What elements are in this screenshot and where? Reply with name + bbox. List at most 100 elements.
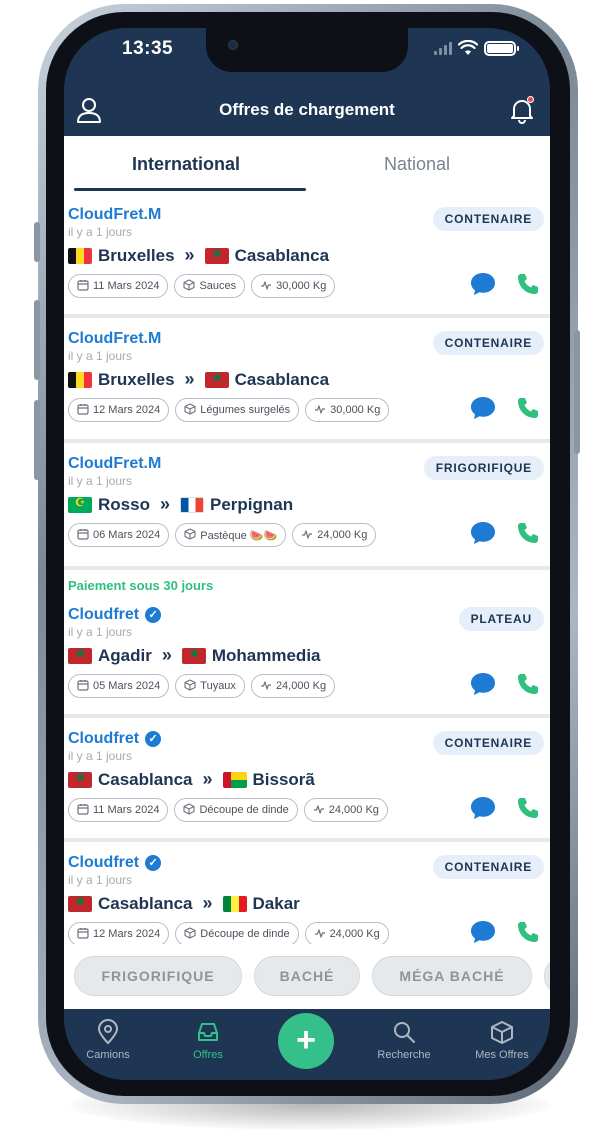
card-actions	[470, 272, 540, 301]
destination-flag-icon	[204, 371, 229, 388]
nav-recherche[interactable]: Recherche	[364, 1019, 444, 1061]
nav-offres[interactable]: Offres	[168, 1019, 248, 1061]
origin-flag-icon	[68, 371, 92, 388]
weight-label: 30,000 Kg	[330, 404, 381, 416]
call-button[interactable]	[516, 920, 540, 944]
offer-details: 06 Mars 2024 Pastèque 🍉🍉 24,000 Kg	[68, 523, 377, 547]
company-name[interactable]: Cloudfret ✓	[68, 606, 162, 624]
inbox-icon	[198, 1023, 218, 1041]
card-actions	[470, 396, 540, 425]
weight-icon	[313, 803, 325, 818]
double-chevron-icon: »	[202, 769, 213, 789]
origin-city: Rosso	[98, 494, 150, 514]
goods-label: Sauces	[199, 280, 237, 292]
chat-button[interactable]	[470, 396, 496, 425]
date-chip: 12 Mars 2024	[68, 398, 170, 422]
offer-date: 05 Mars 2024	[93, 680, 161, 692]
chat-button[interactable]	[470, 672, 496, 701]
destination-city: Mohammedia	[211, 645, 321, 665]
volume-down-button	[34, 400, 40, 480]
call-button[interactable]	[516, 796, 540, 825]
double-chevron-icon: »	[159, 494, 170, 514]
phone-mockup: 13:35 Offres de chargement International…	[0, 0, 612, 1148]
truck-type-badge: FRIGORIFIQUE	[423, 456, 544, 480]
company-label: Cloudfret	[68, 730, 140, 747]
company-label: CloudFret.M	[68, 330, 162, 347]
offer-card[interactable]: CloudFret.M il y a 1 jours FRIGORIFIQUE …	[64, 443, 550, 566]
chat-button[interactable]	[470, 272, 496, 301]
double-chevron-icon: »	[202, 893, 213, 913]
notifications-button[interactable]	[508, 96, 536, 124]
payment-note: Paiement sous 30 jours	[68, 578, 214, 593]
offer-card[interactable]: CloudFret.M il y a 1 jours CONTENAIRE Br…	[64, 194, 550, 314]
nav-mes-offres[interactable]: Mes Offres	[462, 1019, 542, 1061]
date-chip: 05 Mars 2024	[68, 674, 170, 698]
goods-chip: Tuyaux	[175, 674, 245, 698]
filter-chip-mega-bache[interactable]: MÉGA BACHÉ	[372, 956, 532, 996]
company-label: CloudFret.M	[68, 206, 162, 223]
offer-card[interactable]: Cloudfret ✓ il y a 1 jours CONTENAIRE Ca…	[64, 842, 550, 944]
verified-badge-icon: ✓	[145, 855, 162, 871]
goods-chip: Légumes surgelés	[175, 398, 300, 422]
company-name[interactable]: Cloudfret ✓	[68, 730, 162, 748]
weight-icon	[260, 279, 272, 294]
call-button[interactable]	[516, 672, 540, 701]
bottom-navigation: Camions Offres + Recherche Mes Offres	[64, 1009, 550, 1080]
offer-card[interactable]: CloudFret.M il y a 1 jours CONTENAIRE Br…	[64, 318, 550, 439]
phone-icon	[518, 798, 538, 818]
verified-badge-icon: ✓	[145, 607, 162, 623]
offer-card[interactable]: Paiement sous 30 jours Cloudfret ✓ il y …	[64, 570, 550, 714]
date-chip: 11 Mars 2024	[68, 798, 169, 822]
tab-bar: International National	[64, 136, 550, 192]
offer-date: 12 Mars 2024	[93, 404, 161, 416]
nav-camions[interactable]: Camions	[68, 1019, 148, 1061]
tab-national[interactable]: National	[384, 154, 450, 175]
call-button[interactable]	[516, 272, 540, 301]
origin-city: Bruxelles	[98, 369, 175, 389]
filter-chip-frigorifique[interactable]: FRIGORIFIQUE	[74, 956, 242, 996]
weight-icon	[301, 528, 313, 543]
chat-icon	[471, 522, 495, 544]
company-name[interactable]: CloudFret.M	[68, 455, 161, 473]
company-name[interactable]: Cloudfret ✓	[68, 854, 162, 872]
chat-icon	[471, 273, 495, 295]
posted-time: il y a 1 jours	[68, 873, 133, 887]
offer-details: 12 Mars 2024 Découpe de dinde 24,000 Kg	[68, 922, 389, 944]
notch	[206, 28, 408, 72]
chat-button[interactable]	[470, 920, 496, 944]
destination-flag-icon	[181, 647, 206, 664]
truck-type-badge: PLATEAU	[458, 607, 544, 631]
weight-icon	[314, 927, 326, 942]
chat-icon	[471, 397, 495, 419]
double-chevron-icon: »	[184, 369, 195, 389]
destination-city: Casablanca	[234, 369, 330, 389]
card-actions	[470, 672, 540, 701]
call-button[interactable]	[516, 521, 540, 550]
route: Bruxelles » Casablanca	[68, 245, 329, 266]
company-label: Cloudfret	[68, 606, 140, 623]
calendar-icon	[77, 528, 89, 543]
company-name[interactable]: CloudFret.M	[68, 330, 161, 348]
offer-card[interactable]: Cloudfret ✓ il y a 1 jours CONTENAIRE Ca…	[64, 718, 550, 838]
truck-type-badge: CONTENAIRE	[432, 331, 544, 355]
add-offer-button[interactable]: +	[278, 1013, 334, 1069]
origin-city: Casablanca	[98, 769, 193, 789]
weight-chip: 30,000 Kg	[251, 274, 336, 298]
package-icon	[184, 402, 196, 418]
tab-international[interactable]: International	[132, 154, 240, 175]
truck-type-badge: CONTENAIRE	[432, 731, 544, 755]
origin-city: Agadir	[98, 645, 152, 665]
chat-button[interactable]	[470, 521, 496, 550]
posted-time: il y a 1 jours	[68, 749, 133, 763]
filter-chip-more[interactable]	[544, 956, 550, 996]
offers-list[interactable]: CloudFret.M il y a 1 jours CONTENAIRE Br…	[64, 194, 550, 944]
company-name[interactable]: CloudFret.M	[68, 206, 161, 224]
chat-icon	[471, 921, 495, 943]
chat-button[interactable]	[470, 796, 496, 825]
offer-date: 06 Mars 2024	[93, 529, 161, 541]
calendar-icon	[77, 927, 89, 942]
call-button[interactable]	[516, 396, 540, 425]
power-button	[574, 330, 580, 454]
filter-chip-bache[interactable]: BACHÉ	[254, 956, 360, 996]
offer-details: 05 Mars 2024 Tuyaux 24,000 Kg	[68, 674, 336, 698]
